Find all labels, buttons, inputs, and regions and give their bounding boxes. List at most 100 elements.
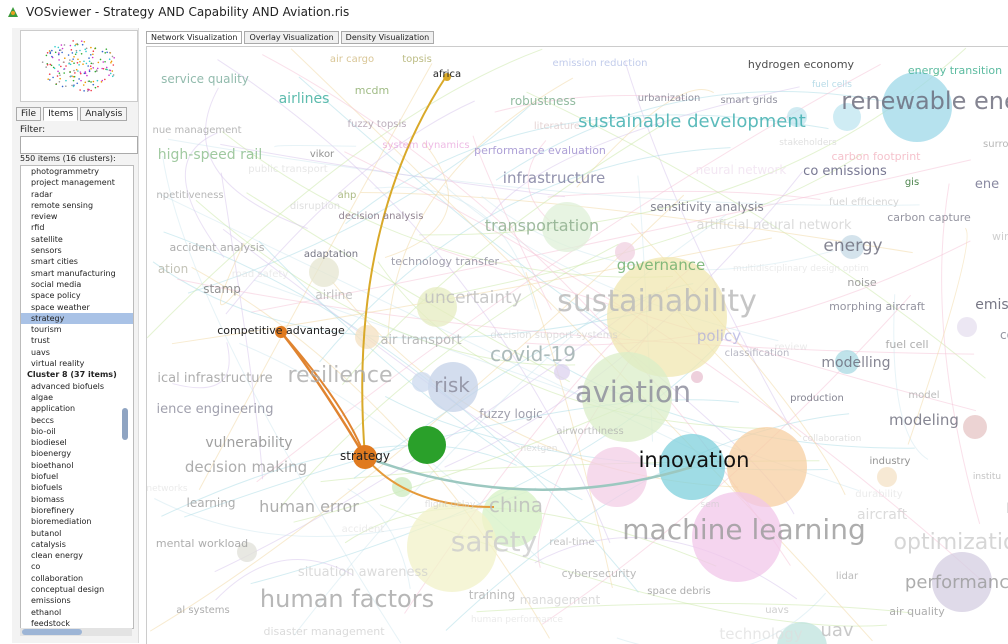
- tab-density-visualization[interactable]: Density Visualization: [340, 31, 435, 44]
- node-label[interactable]: nue management: [153, 125, 242, 136]
- node-label[interactable]: uav: [820, 620, 853, 641]
- horizontal-scrollbar[interactable]: [20, 628, 132, 636]
- list-item[interactable]: collaboration: [21, 573, 133, 584]
- node-label[interactable]: artificial neural network: [696, 218, 851, 233]
- overview-map[interactable]: [20, 30, 138, 102]
- node-label[interactable]: adaptation: [304, 249, 358, 260]
- node-label[interactable]: industry: [870, 456, 911, 467]
- node-label[interactable]: public transport: [248, 164, 328, 175]
- node-label[interactable]: fuzzy topsis: [347, 119, 406, 130]
- node-label[interactable]: classification: [725, 348, 790, 359]
- list-item[interactable]: space policy: [21, 290, 133, 301]
- node-label[interactable]: system dynamics: [382, 140, 469, 151]
- node-label[interactable]: emis: [975, 297, 1008, 313]
- list-item[interactable]: biofuels: [21, 482, 133, 493]
- node-circle[interactable]: [691, 371, 703, 383]
- node-label[interactable]: sustainable development: [578, 111, 806, 132]
- node-label[interactable]: institu: [973, 472, 1001, 482]
- list-item[interactable]: application: [21, 403, 133, 414]
- node-circle[interactable]: [355, 325, 379, 349]
- node-label[interactable]: wind: [992, 230, 1008, 243]
- node-label[interactable]: decision making: [185, 458, 307, 476]
- node-label[interactable]: aviation: [575, 375, 691, 409]
- list-item[interactable]: biomass: [21, 494, 133, 505]
- node-label[interactable]: air quality: [889, 605, 945, 618]
- node-label[interactable]: vikor: [310, 149, 335, 160]
- list-item[interactable]: biofuel: [21, 471, 133, 482]
- node-label[interactable]: road safety: [232, 269, 289, 280]
- node-label[interactable]: nextgen: [521, 444, 558, 454]
- node-label[interactable]: air transport: [380, 333, 461, 348]
- node-label[interactable]: ience engineering: [157, 402, 274, 417]
- list-item[interactable]: clean energy: [21, 550, 133, 561]
- horizontal-scroll-thumb[interactable]: [22, 629, 82, 635]
- list-item[interactable]: social media: [21, 279, 133, 290]
- node-label[interactable]: energy transition: [908, 64, 1002, 77]
- node-label[interactable]: sustainability: [557, 284, 757, 319]
- list-item[interactable]: rfid: [21, 222, 133, 233]
- node-label[interactable]: networks: [147, 484, 188, 494]
- node-label[interactable]: energy: [823, 236, 882, 256]
- node-circle[interactable]: [957, 317, 977, 337]
- node-label[interactable]: neural network: [696, 163, 787, 177]
- node-label[interactable]: human performance: [471, 615, 563, 625]
- tab-file[interactable]: File: [16, 107, 42, 121]
- node-label[interactable]: accident analysis: [170, 241, 265, 254]
- node-label[interactable]: emission reduction: [553, 58, 648, 69]
- node-label[interactable]: performance evaluation: [474, 144, 606, 157]
- node-label[interactable]: machine learning: [622, 513, 865, 546]
- node-label[interactable]: ical infrastructure: [157, 371, 272, 386]
- list-item[interactable]: smart manufacturing: [21, 268, 133, 279]
- node-label[interactable]: technology: [719, 625, 802, 643]
- node-label[interactable]: cybersecurity: [562, 567, 637, 580]
- node-label[interactable]: modelling: [821, 355, 890, 371]
- list-item[interactable]: bioethanol: [21, 460, 133, 471]
- node-label[interactable]: airline: [315, 288, 352, 302]
- node-label[interactable]: uavs: [765, 605, 789, 616]
- network-canvas[interactable]: air cargo topsisafrica emission reduction h…: [147, 47, 1008, 644]
- node-label[interactable]: collaboration: [803, 434, 862, 444]
- node-label[interactable]: accident: [342, 524, 385, 535]
- tab-network-visualization[interactable]: Network Visualization: [146, 31, 243, 44]
- list-item[interactable]: bioenergy: [21, 448, 133, 459]
- node-label[interactable]: human error: [259, 497, 359, 516]
- list-item[interactable]: sensors: [21, 245, 133, 256]
- node-label[interactable]: ene: [975, 177, 999, 192]
- node-label[interactable]: technology transfer: [391, 255, 499, 268]
- node-label[interactable]: smart grids: [720, 95, 777, 106]
- list-item[interactable]: space weather: [21, 302, 133, 313]
- node-label[interactable]: stakeholders: [779, 138, 837, 148]
- node-label[interactable]: decision analysis: [339, 211, 424, 222]
- node-label[interactable]: model: [908, 390, 939, 401]
- list-item[interactable]: project management: [21, 177, 133, 188]
- list-item[interactable]: tourism: [21, 324, 133, 335]
- list-item[interactable]: review: [21, 211, 133, 222]
- node-label[interactable]: china: [489, 493, 543, 517]
- node-label[interactable]: policy: [697, 327, 741, 345]
- node-label[interactable]: surroga: [983, 139, 1008, 150]
- node-label[interactable]: co emissions: [803, 164, 887, 179]
- node-circle[interactable]: [554, 364, 570, 380]
- list-item[interactable]: trust: [21, 335, 133, 346]
- node-label[interactable]: optimization: [894, 530, 1008, 555]
- list-item[interactable]: uavs: [21, 347, 133, 358]
- tab-items[interactable]: Items: [43, 107, 79, 121]
- node-label[interactable]: decision support systems: [490, 330, 617, 341]
- node-circle[interactable]: [412, 372, 432, 392]
- list-item[interactable]: smart cities: [21, 256, 133, 267]
- node-label[interactable]: carbon capture: [887, 211, 971, 224]
- list-item[interactable]: biodiesel: [21, 437, 133, 448]
- list-item[interactable]: ethanol: [21, 607, 133, 618]
- list-item[interactable]: satellite: [21, 234, 133, 245]
- node-label[interactable]: airworthiness: [556, 426, 623, 437]
- list-item[interactable]: Cluster 8 (37 items): [21, 369, 133, 380]
- node-label[interactable]: safety: [451, 525, 537, 558]
- node-label[interactable]: risk: [434, 373, 470, 397]
- node-label[interactable]: human factors: [260, 585, 434, 613]
- node-label[interactable]: carbon footprint: [832, 150, 922, 163]
- node-circle[interactable]: [877, 467, 897, 487]
- node-label[interactable]: al systems: [176, 605, 229, 616]
- list-item[interactable]: butanol: [21, 528, 133, 539]
- node-label[interactable]: innovation: [639, 448, 750, 472]
- list-item[interactable]: remote sensing: [21, 200, 133, 211]
